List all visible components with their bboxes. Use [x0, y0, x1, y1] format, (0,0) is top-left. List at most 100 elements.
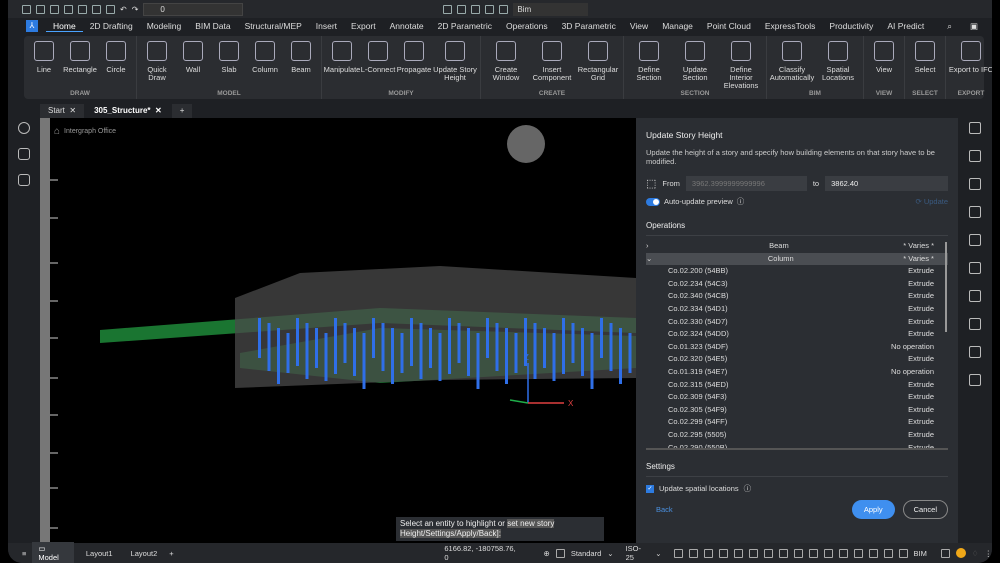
quad-icon[interactable] — [823, 548, 833, 558]
save-icon[interactable] — [50, 4, 59, 14]
operation-dropdown[interactable]: Extrude — [908, 429, 934, 442]
column-element[interactable] — [286, 333, 290, 373]
cloud-icon[interactable] — [969, 346, 981, 358]
column-element[interactable] — [628, 333, 632, 373]
back-link[interactable]: Back — [656, 505, 673, 514]
workspace-settings-icon[interactable]: ▣ — [970, 21, 978, 32]
menu-modeling[interactable]: Modeling — [140, 21, 189, 32]
dynamic-ucs-icon[interactable] — [793, 548, 803, 558]
bell-icon[interactable]: ♢ — [972, 549, 979, 558]
bim-library-icon[interactable] — [969, 206, 981, 218]
ribbon-group-label[interactable]: VIEW — [864, 90, 904, 97]
column-element[interactable] — [429, 328, 432, 368]
tab-start[interactable]: Start ✕ — [40, 104, 85, 118]
operation-dropdown[interactable]: Extrude — [908, 391, 934, 404]
ribbon-group-label[interactable]: SECTION — [624, 90, 766, 97]
osnap-icon[interactable] — [763, 548, 773, 558]
workspace-dropdown[interactable]: Bim — [513, 2, 589, 16]
operation-dropdown[interactable]: Extrude — [908, 379, 934, 392]
operation-dropdown[interactable]: Extrude — [908, 353, 934, 366]
operation-dropdown[interactable]: No operation — [891, 341, 934, 354]
tab-layout1[interactable]: Layout1 — [80, 547, 119, 560]
column-element[interactable] — [457, 323, 461, 363]
list-item[interactable]: Co.02.234 (54C3) Extrude — [646, 278, 948, 291]
redo-icon[interactable]: ↷ — [132, 5, 139, 14]
column-element[interactable] — [258, 318, 261, 358]
operation-dropdown[interactable]: No operation — [891, 366, 934, 379]
text-style-dropdown[interactable]: Standard — [571, 549, 601, 558]
column-element[interactable] — [543, 328, 546, 368]
ribbon-group-label[interactable]: DRAW — [24, 90, 136, 97]
spatial-checkbox[interactable]: ✓ — [646, 484, 654, 493]
lightbulb-icon[interactable] — [18, 122, 30, 134]
list-item[interactable]: Co.02.309 (54F3) Extrude — [646, 391, 948, 404]
tab-layout2[interactable]: Layout2 — [125, 547, 164, 560]
structure-tree-icon[interactable] — [18, 174, 30, 186]
column-element[interactable] — [305, 323, 309, 379]
match-properties-icon[interactable] — [443, 4, 453, 14]
menu-ai-predict[interactable]: AI Predict — [880, 21, 931, 32]
ribbon-group-label[interactable]: SELECT — [905, 90, 945, 97]
pin-icon[interactable] — [969, 318, 981, 330]
column-element[interactable] — [438, 333, 442, 381]
auto-update-toggle[interactable] — [646, 197, 660, 206]
operations-list[interactable]: › Beam * Varies * ⌄ Column * Varies * Co.02.… — [646, 240, 948, 450]
column-element[interactable] — [391, 328, 394, 384]
menu-expresstools[interactable]: ExpressTools — [758, 21, 823, 32]
apply-button[interactable]: Apply — [851, 500, 895, 519]
menu-icon[interactable]: ≡ — [22, 549, 26, 558]
command-line[interactable]: Select an entity to highlight or set new… — [396, 517, 604, 541]
hardware-accel-icon[interactable] — [883, 548, 893, 558]
add-layout-icon[interactable]: + — [169, 549, 173, 558]
props-icon[interactable] — [898, 548, 908, 558]
operation-dropdown[interactable]: Extrude — [908, 404, 934, 417]
menu-structural-mep[interactable]: Structural/MEP — [238, 21, 309, 32]
list-item[interactable]: Co.01.323 (54DF) No operation — [646, 341, 948, 354]
tab-model[interactable]: ▭ Model — [32, 542, 74, 563]
menu-point-cloud[interactable]: Point Cloud — [700, 21, 758, 32]
operation-dropdown[interactable]: Extrude — [908, 290, 934, 303]
cancel-button[interactable]: Cancel — [902, 500, 948, 519]
column-element[interactable] — [381, 323, 385, 371]
column-element[interactable] — [343, 323, 347, 363]
column-element[interactable] — [562, 318, 565, 374]
ribbon-group-label[interactable]: CREATE — [481, 90, 623, 97]
column-element[interactable] — [400, 333, 404, 373]
operation-dropdown[interactable]: Extrude — [908, 416, 934, 429]
print-preview-icon[interactable] — [78, 4, 87, 14]
ribbon-group-label[interactable]: MODIFY — [322, 90, 480, 97]
ucs-icon[interactable] — [718, 548, 728, 558]
print-icon[interactable] — [92, 4, 101, 14]
menu-bim-data[interactable]: BIM Data — [188, 21, 237, 32]
tab-305-structure[interactable]: 305_Structure* ✕ — [86, 104, 170, 118]
app-logo-icon[interactable]: ⅄ — [26, 20, 38, 32]
home-icon[interactable] — [18, 148, 30, 160]
layers-icon[interactable] — [969, 150, 981, 162]
list-item[interactable]: Co.02.324 (54DD) Extrude — [646, 328, 948, 341]
operation-dropdown[interactable]: Extrude — [908, 328, 934, 341]
list-item[interactable]: Co.02.200 (54BB) Extrude — [646, 265, 948, 278]
selection-cycling-icon[interactable] — [868, 548, 878, 558]
column-element[interactable] — [334, 318, 337, 374]
column-element[interactable] — [486, 318, 489, 358]
menu-operations[interactable]: Operations — [499, 21, 555, 32]
ribbon-group-label[interactable]: EXPORT — [946, 90, 992, 97]
properties-icon[interactable] — [969, 122, 981, 134]
list-item[interactable]: Co.02.299 (54FF) Extrude — [646, 416, 948, 429]
polar-icon[interactable] — [733, 548, 743, 558]
column-element[interactable] — [372, 318, 375, 358]
compass-icon[interactable] — [507, 125, 545, 163]
operation-dropdown[interactable]: Extrude — [908, 316, 934, 329]
viewport[interactable]: X Z ⌂ Intergraph Office — [40, 118, 636, 543]
column-element[interactable] — [267, 323, 271, 371]
new-icon[interactable] — [22, 4, 31, 14]
update-button[interactable]: ⟳ Update — [915, 197, 948, 206]
notification-badge-icon[interactable] — [955, 548, 966, 558]
menu-export[interactable]: Export — [344, 21, 383, 32]
search-icon[interactable]: ⌕ — [947, 21, 952, 32]
new-tab-button[interactable]: + — [171, 104, 193, 118]
list-item[interactable]: Co.01.319 (54E7) No operation — [646, 366, 948, 379]
ribbon-group-label[interactable]: BIM — [767, 90, 863, 97]
ribbon-group-label[interactable]: MODEL — [137, 90, 321, 97]
column-element[interactable] — [552, 333, 556, 381]
